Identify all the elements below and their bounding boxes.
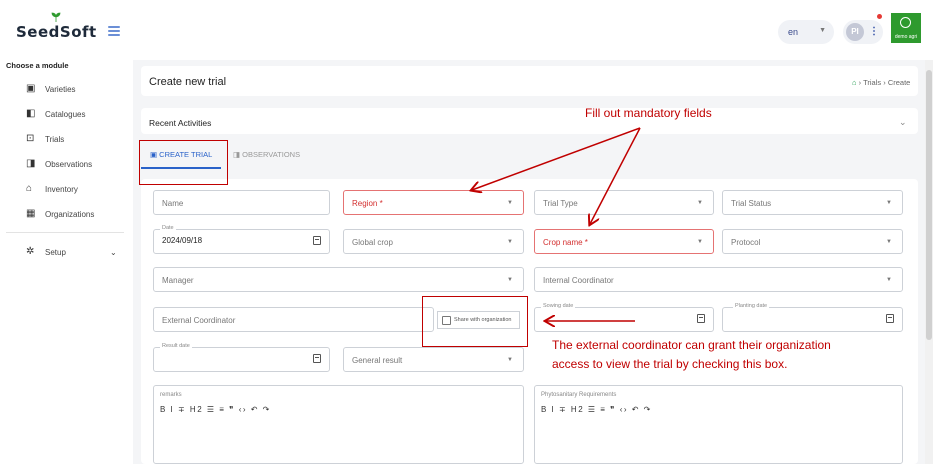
annotation-share-line1: The external coordinator can grant their… xyxy=(552,338,831,352)
annotation-share-line2: access to view the trial by checking thi… xyxy=(552,357,788,371)
annotation-mandatory: Fill out mandatory fields xyxy=(585,106,712,120)
arrow-to-region xyxy=(472,127,641,190)
arrow-to-crop-name xyxy=(590,127,641,224)
annotation-arrows xyxy=(0,127,641,464)
